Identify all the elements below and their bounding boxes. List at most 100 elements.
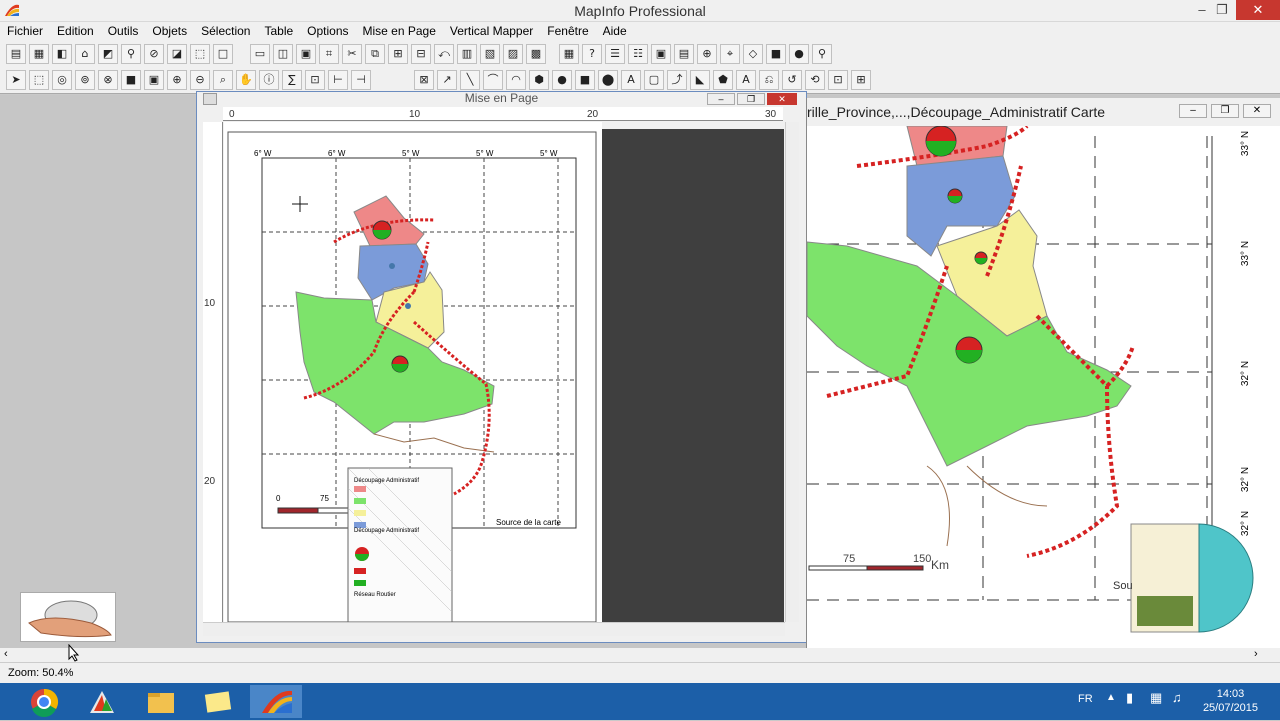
scroll-left-icon[interactable]: ‹ — [4, 648, 8, 660]
volume-icon[interactable]: ♫ — [1172, 690, 1182, 705]
menu-selection[interactable]: Sélection — [194, 22, 257, 41]
toolbar-button-icon[interactable]: ▣ — [144, 70, 164, 90]
toolbar-button-icon[interactable]: ⊕ — [167, 70, 187, 90]
toolbar-button-icon[interactable]: ⤴ — [667, 70, 687, 90]
toolbar-button-icon[interactable]: ⊡ — [828, 70, 848, 90]
toolbar-button-icon[interactable]: ⌖ — [720, 44, 740, 64]
map-close-button[interactable]: ✕ — [1243, 104, 1271, 118]
toolbar-button-icon[interactable]: ⊖ — [190, 70, 210, 90]
toolbar-button-icon[interactable]: ⬤ — [598, 70, 618, 90]
toolbar-button-icon[interactable]: A — [736, 70, 756, 90]
toolbar-button-icon[interactable]: ▤ — [674, 44, 694, 64]
menu-fichier[interactable]: Fichier — [0, 22, 50, 41]
mapinfo-taskbar-icon[interactable] — [250, 685, 302, 718]
toolbar-button-icon[interactable]: ▦ — [29, 44, 49, 64]
toolbar-button-icon[interactable]: ⌂ — [75, 44, 95, 64]
notes-icon[interactable] — [192, 685, 244, 718]
toolbar-button-icon[interactable]: □ — [213, 44, 233, 64]
toolbar-button-icon[interactable]: ▭ — [250, 44, 270, 64]
toolbar-button-icon[interactable]: ⌒ — [483, 70, 503, 90]
battery-icon[interactable]: ▮ — [1126, 690, 1133, 706]
network-icon[interactable]: ▦ — [1150, 690, 1162, 706]
toolbar-button-icon[interactable]: ⊕ — [697, 44, 717, 64]
toolbar-button-icon[interactable]: ▥ — [457, 44, 477, 64]
toolbar-button-icon[interactable]: ⊞ — [388, 44, 408, 64]
toolbar-button-icon[interactable]: ⬟ — [713, 70, 733, 90]
toolbar-button-icon[interactable]: ⊞ — [851, 70, 871, 90]
layout-hscroll[interactable] — [203, 622, 785, 636]
toolbar-button-icon[interactable]: ◧ — [52, 44, 72, 64]
toolbar-button-icon[interactable]: ▤ — [6, 44, 26, 64]
toolbar-button-icon[interactable]: ■ — [121, 70, 141, 90]
layout-close-button[interactable]: ✕ — [767, 93, 797, 105]
folder-icon[interactable] — [134, 685, 186, 718]
toolbar-button-icon[interactable]: ⎌ — [759, 70, 779, 90]
toolbar-button-icon[interactable]: ✋ — [236, 70, 256, 90]
map-minimize-button[interactable]: – — [1179, 104, 1207, 118]
menu-edition[interactable]: Edition — [50, 22, 101, 41]
toolbar-button-icon[interactable]: ⟲ — [805, 70, 825, 90]
toolbar-button-icon[interactable]: ⊢ — [328, 70, 348, 90]
toolbar-button-icon[interactable]: ╲ — [460, 70, 480, 90]
toolbar-button-icon[interactable]: ◩ — [98, 44, 118, 64]
toolbar-button-icon[interactable]: ⬢ — [529, 70, 549, 90]
toolbar-button-icon[interactable]: ⊗ — [98, 70, 118, 90]
toolbar-button-icon[interactable]: ● — [552, 70, 572, 90]
toolbar-button-icon[interactable]: ◣ — [690, 70, 710, 90]
toolbar-button-icon[interactable]: ⬚ — [190, 44, 210, 64]
layout-minimize-button[interactable]: – — [707, 93, 735, 105]
restore-button[interactable]: ❐ — [1208, 0, 1236, 20]
toolbar-button-icon[interactable]: ▧ — [480, 44, 500, 64]
language-indicator[interactable]: FR — [1078, 693, 1093, 705]
menu-vertical-mapper[interactable]: Vertical Mapper — [443, 22, 540, 41]
toolbar-button-icon[interactable]: ■ — [766, 44, 786, 64]
app-icon[interactable] — [76, 685, 128, 718]
toolbar-button-icon[interactable]: ⊘ — [144, 44, 164, 64]
toolbar-button-icon[interactable]: ⊠ — [414, 70, 434, 90]
toolbar-button-icon[interactable]: ⓘ — [259, 70, 279, 90]
menu-table[interactable]: Table — [257, 22, 300, 41]
layout-window[interactable]: Mise en Page – ❐ ✕ 0 10 20 30 10 20 6° W… — [196, 91, 807, 643]
toolbar-button-icon[interactable]: ● — [789, 44, 809, 64]
toolbar-button-icon[interactable]: ↺ — [782, 70, 802, 90]
toolbar-button-icon[interactable]: ⧉ — [365, 44, 385, 64]
toolbar-button-icon[interactable]: ⚲ — [812, 44, 832, 64]
toolbar-button-icon[interactable]: ∑ — [282, 70, 302, 90]
toolbar-button-icon[interactable]: ⊟ — [411, 44, 431, 64]
toolbar-button-icon[interactable]: ⌗ — [319, 44, 339, 64]
layout-vscroll[interactable] — [785, 122, 799, 622]
menu-fenetre[interactable]: Fenêtre — [540, 22, 595, 41]
menu-mise-en-page[interactable]: Mise en Page — [356, 22, 443, 41]
workspace-hscroll[interactable]: ‹ › — [0, 648, 1280, 662]
toolbar-button-icon[interactable]: ⤺ — [434, 44, 454, 64]
toolbar-button-icon[interactable]: ➤ — [6, 70, 26, 90]
toolbar-button-icon[interactable]: ◪ — [167, 44, 187, 64]
toolbar-button-icon[interactable]: ■ — [575, 70, 595, 90]
toolbar-button-icon[interactable]: ▨ — [503, 44, 523, 64]
toolbar-button-icon[interactable]: A — [621, 70, 641, 90]
toolbar-button-icon[interactable]: ◠ — [506, 70, 526, 90]
scroll-right-icon[interactable]: › — [1254, 648, 1258, 660]
toolbar-button-icon[interactable]: ◎ — [52, 70, 72, 90]
toolbar-button-icon[interactable]: ☰ — [605, 44, 625, 64]
menu-objets[interactable]: Objets — [145, 22, 194, 41]
map-window[interactable]: rille_Province,...,Découpage_Administrat… — [806, 98, 1280, 648]
map-canvas[interactable] — [807, 126, 1280, 648]
toolbar-button-icon[interactable]: ⌕ — [213, 70, 233, 90]
menu-options[interactable]: Options — [300, 22, 355, 41]
toolbar-button-icon[interactable]: ⚲ — [121, 44, 141, 64]
toolbar-button-icon[interactable]: ▦ — [559, 44, 579, 64]
chrome-icon[interactable] — [18, 685, 70, 718]
close-button[interactable]: ✕ — [1236, 0, 1280, 20]
toolbar-button-icon[interactable]: ⊡ — [305, 70, 325, 90]
toolbar-button-icon[interactable]: ▢ — [644, 70, 664, 90]
menu-outils[interactable]: Outils — [101, 22, 146, 41]
map-restore-button[interactable]: ❐ — [1211, 104, 1239, 118]
toolbar-button-icon[interactable]: ◇ — [743, 44, 763, 64]
layout-restore-button[interactable]: ❐ — [737, 93, 765, 105]
tray-expand-icon[interactable]: ▲ — [1106, 692, 1116, 703]
toolbar-button-icon[interactable]: ▣ — [651, 44, 671, 64]
system-clock[interactable]: 14:03 25/07/2015 — [1203, 687, 1258, 715]
toolbar-button-icon[interactable]: ⊣ — [351, 70, 371, 90]
menu-aide[interactable]: Aide — [596, 22, 634, 41]
